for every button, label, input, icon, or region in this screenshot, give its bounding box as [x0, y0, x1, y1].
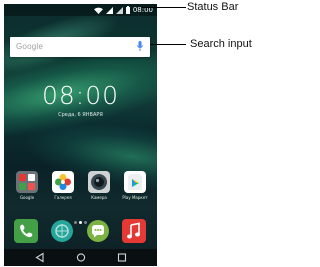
app-label: Камера — [91, 195, 107, 200]
clock-date: Среда, 6 ЯНВАРЯ — [58, 112, 103, 118]
wifi-icon — [93, 7, 103, 14]
mic-icon[interactable] — [137, 41, 143, 52]
google-folder-icon — [16, 171, 38, 193]
battery-icon — [125, 6, 130, 14]
navigation-bar — [4, 249, 157, 266]
app-label: Play Маркет — [122, 195, 148, 200]
status-bar[interactable]: 08:00 — [4, 4, 157, 16]
search-input[interactable]: Google — [10, 37, 150, 57]
browser-icon[interactable] — [50, 219, 74, 243]
app-play-store[interactable]: Play Маркет — [120, 171, 150, 200]
recents-icon[interactable] — [116, 252, 128, 263]
app-gallery[interactable]: Галерея — [48, 171, 78, 200]
play-store-icon — [124, 171, 146, 193]
app-label: Google — [19, 195, 35, 200]
music-icon[interactable] — [122, 219, 146, 243]
camera-icon — [88, 171, 110, 193]
home-icon[interactable] — [75, 252, 87, 263]
phone-icon[interactable] — [14, 219, 38, 243]
dock — [4, 216, 157, 246]
figure: 08:00 Google 08:00 Среда, 6 ЯНВАРЯ Googl… — [0, 0, 272, 267]
callout-line-search-input — [150, 44, 186, 45]
app-camera[interactable]: Камера — [84, 171, 114, 200]
home-app-row: Google Галерея Камера Play Маркет — [4, 171, 157, 207]
messages-icon[interactable] — [86, 219, 110, 243]
phone-screen: 08:00 Google 08:00 Среда, 6 ЯНВАРЯ Googl… — [4, 4, 157, 266]
app-label: Галерея — [54, 195, 72, 200]
page-indicator — [4, 209, 157, 224]
callout-label-search-input: Search input — [190, 38, 252, 50]
signal-icon — [105, 6, 113, 14]
callout-label-status-bar: Status Bar — [187, 1, 239, 13]
signal-icon — [115, 6, 123, 14]
back-icon[interactable] — [34, 252, 46, 263]
callout-line-status-bar — [142, 7, 186, 8]
clock-time[interactable]: 08:00 — [4, 82, 157, 110]
app-google-folder[interactable]: Google — [12, 171, 42, 200]
google-logo: Google — [16, 42, 43, 51]
gallery-icon — [52, 171, 74, 193]
